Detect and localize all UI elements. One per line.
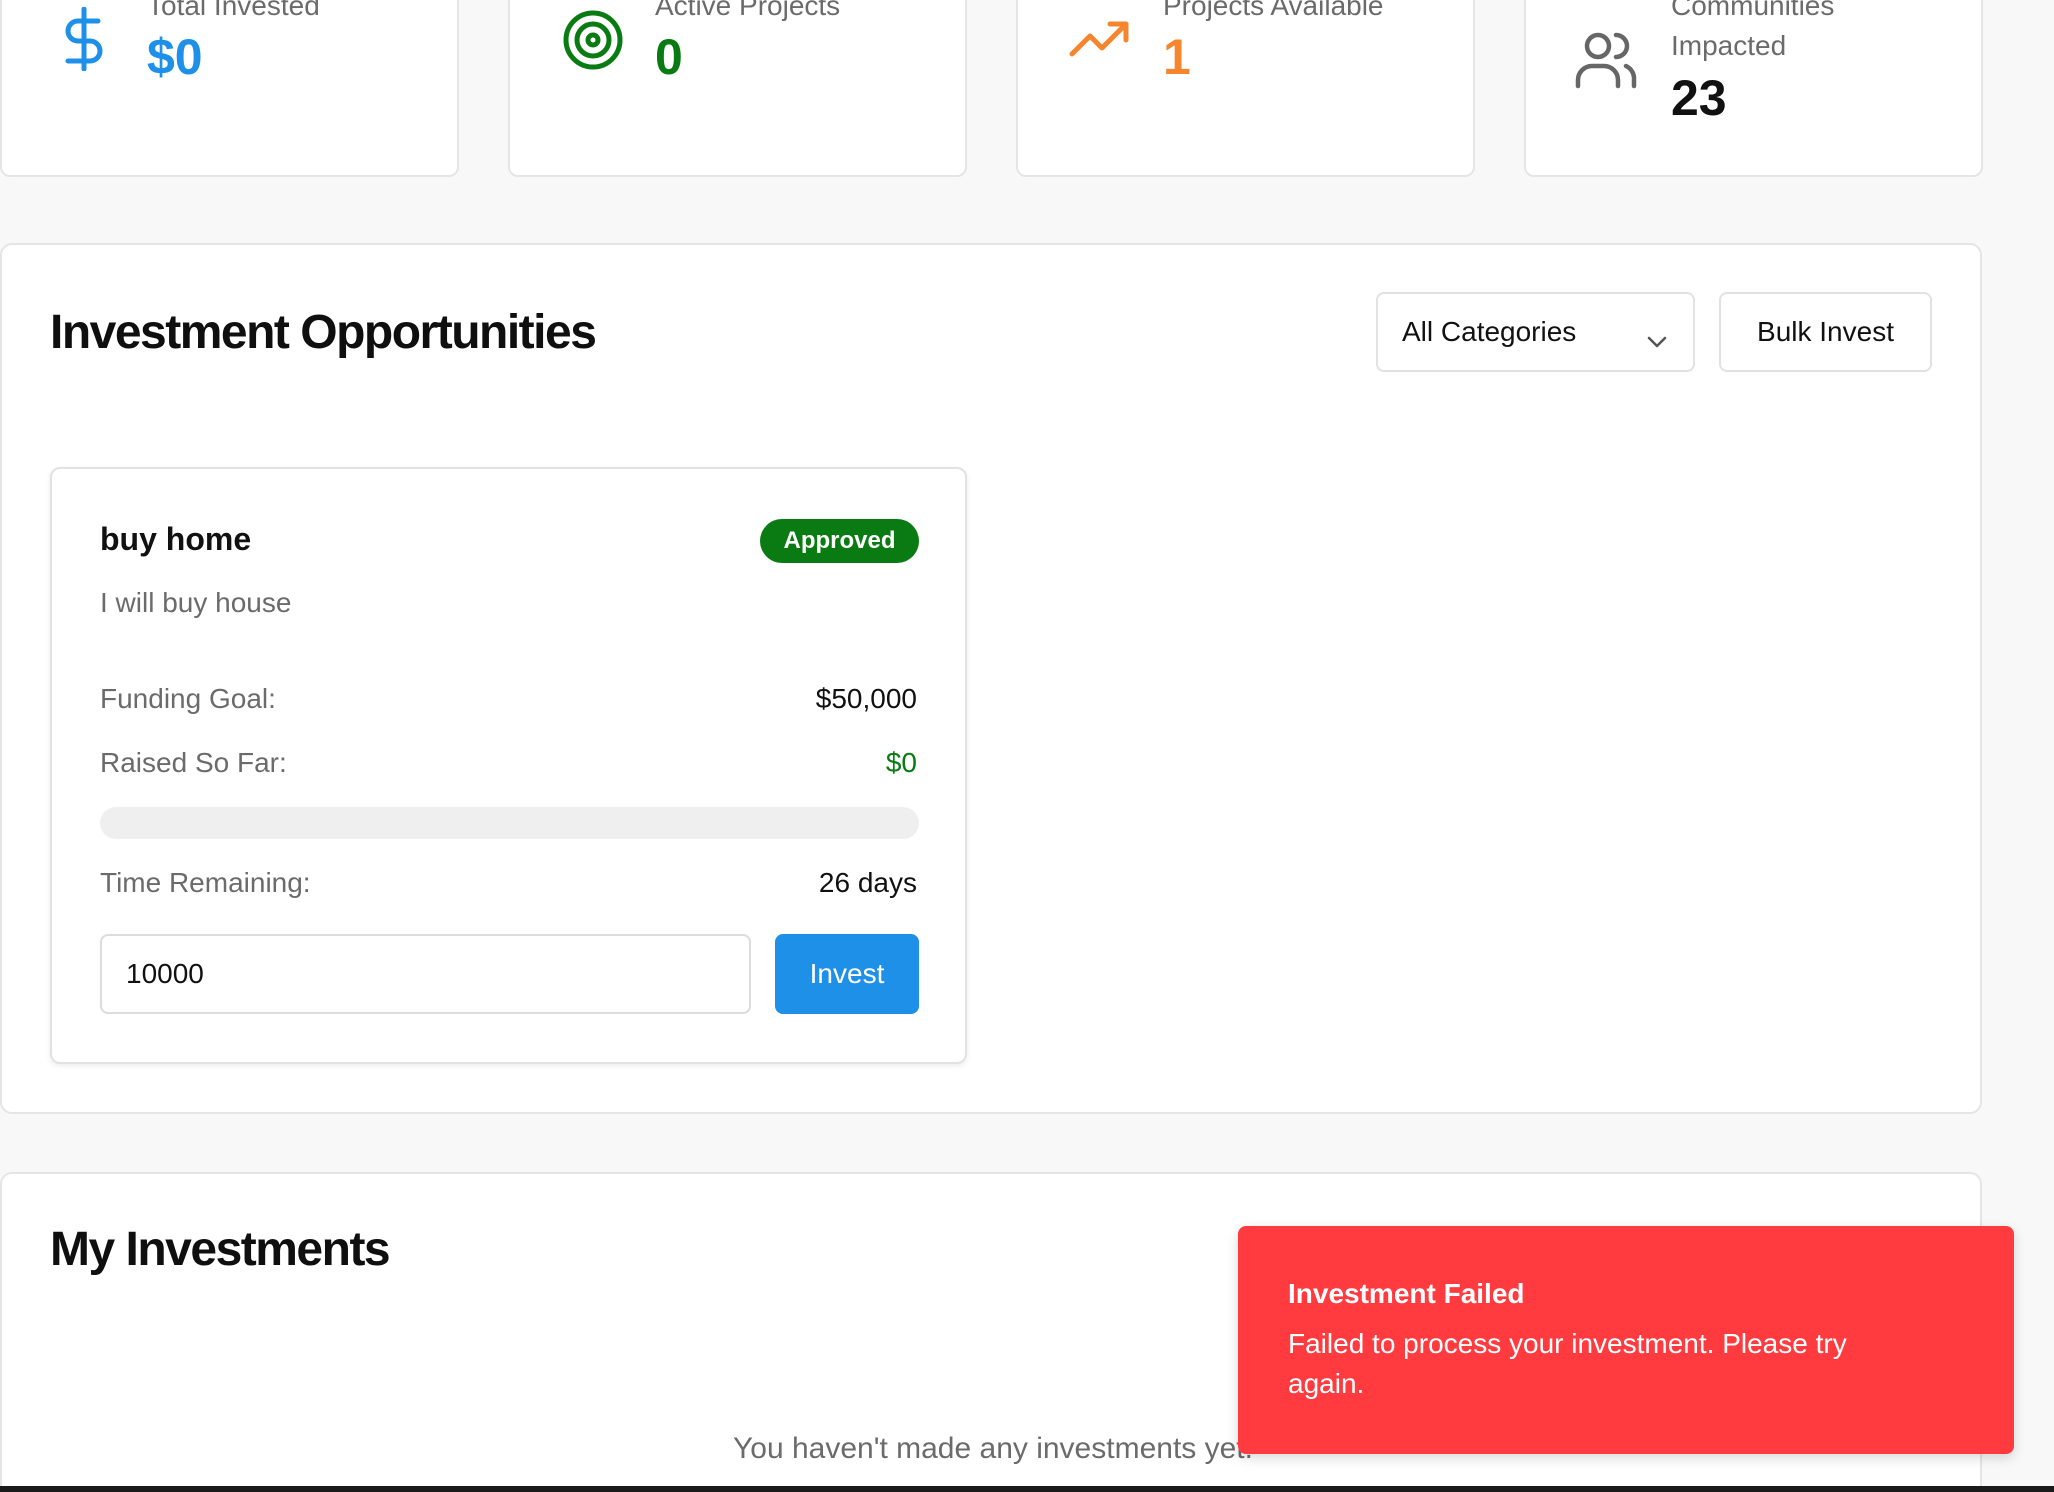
stat-value: 1 (1163, 29, 1191, 85)
app-viewport: Total Invested $0 Active Projects 0 Proj… (0, 0, 2054, 1492)
funding-goal-value: $50,000 (815, 683, 917, 714)
toast-message: Failed to process your investment. Pleas… (1288, 1328, 1847, 1399)
project-title: buy home (100, 521, 252, 557)
bottom-edge (0, 1486, 2054, 1492)
time-remaining-label: Time Remaining: (100, 867, 311, 898)
raised-value: $0 (885, 747, 917, 778)
stat-value: 0 (655, 29, 683, 85)
stat-value: $0 (147, 29, 203, 85)
invest-button[interactable]: Invest (775, 934, 919, 1014)
investment-amount-input[interactable] (100, 934, 751, 1014)
stat-card-communities-impacted: Communities Impacted 23 (1524, 0, 1983, 177)
category-select-value: All Categories (1402, 316, 1577, 347)
project-card: buy home Approved I will buy house Fundi… (50, 467, 967, 1064)
stat-card-active-projects: Active Projects 0 (508, 0, 967, 177)
dollar-icon (60, 6, 108, 76)
chevron-down-icon (1647, 324, 1667, 356)
toast-title: Investment Failed (1288, 1278, 1525, 1309)
users-icon (1574, 30, 1638, 95)
stat-label: Total Invested (147, 0, 320, 21)
project-description: I will buy house (100, 587, 292, 618)
stat-card-projects-available: Projects Available 1 (1016, 0, 1475, 177)
stat-label: Communities Impacted (1671, 0, 1835, 61)
time-remaining-value: 26 days (818, 867, 917, 898)
stat-value: 23 (1671, 70, 1727, 126)
funding-progress-bar (100, 807, 919, 839)
raised-label: Raised So Far: (100, 747, 287, 778)
category-select[interactable]: All Categories (1376, 292, 1695, 372)
stat-label: Active Projects (655, 0, 841, 21)
section-title: My Investments (50, 1223, 391, 1276)
error-toast[interactable]: Investment Failed Failed to process your… (1238, 1226, 2014, 1454)
bulk-invest-button[interactable]: Bulk Invest (1719, 292, 1932, 372)
trending-up-icon (1068, 16, 1132, 65)
funding-goal-label: Funding Goal: (100, 683, 276, 714)
section-title: Investment Opportunities (50, 306, 597, 359)
target-icon (561, 8, 625, 77)
status-badge: Approved (760, 519, 919, 563)
stat-label: Projects Available (1163, 0, 1384, 21)
stat-card-total-invested: Total Invested $0 (0, 0, 459, 177)
